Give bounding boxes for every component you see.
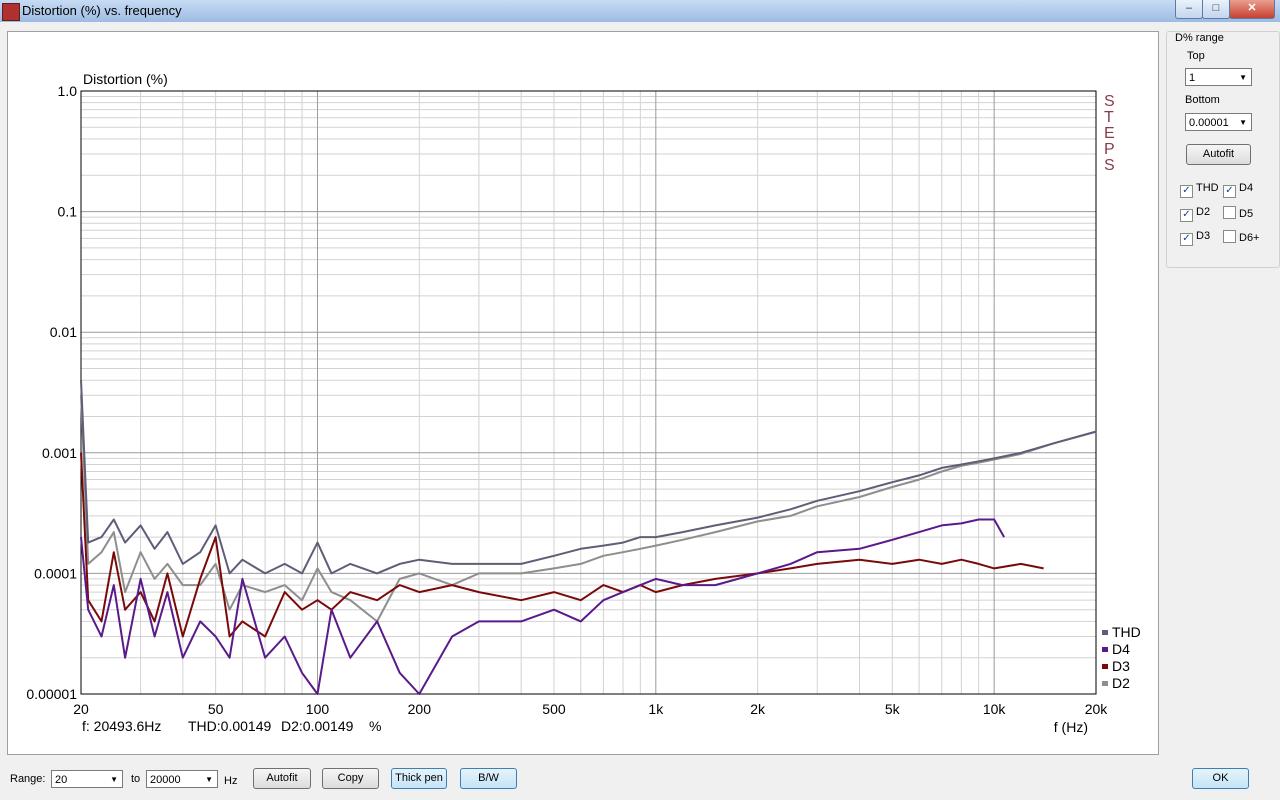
- chart-title: Distortion (%): [83, 71, 168, 87]
- chevron-down-icon: ▼: [205, 775, 213, 784]
- steps-watermark-letter: S: [1104, 93, 1115, 110]
- checkbox-label: THD: [1196, 182, 1219, 194]
- x-tick-label: 20: [73, 701, 89, 717]
- steps-watermark-letter: E: [1104, 125, 1115, 142]
- steps-watermark-letter: S: [1104, 157, 1115, 174]
- bottom-select[interactable]: 0.00001 ▼: [1185, 113, 1252, 131]
- checkbox-label: D3: [1196, 230, 1211, 242]
- range-to-select[interactable]: 20000 ▼: [146, 770, 218, 788]
- checkbox-d3[interactable]: ✓ D3: [1180, 230, 1210, 246]
- bottom-select-value: 0.00001: [1189, 117, 1229, 129]
- steps-watermark-letter: T: [1104, 109, 1114, 126]
- legend-swatch: [1102, 664, 1108, 669]
- checkbox-label: D2: [1196, 206, 1211, 218]
- x-tick-label: 5k: [885, 701, 901, 717]
- ok-button[interactable]: OK: [1192, 768, 1249, 789]
- bw-button[interactable]: B/W: [460, 768, 517, 789]
- y-tick-label: 0.00001: [26, 686, 77, 702]
- legend-item-d2: D2: [1112, 675, 1130, 691]
- checkbox-box[interactable]: [1223, 230, 1236, 243]
- chevron-down-icon: ▼: [1239, 73, 1247, 82]
- distortion-chart: Distortion (%) 1.0 0.1 0.01 0.001 0.0001 0.00…: [26, 71, 1141, 735]
- checkbox-label: D4: [1239, 182, 1254, 194]
- top-label: Top: [1187, 50, 1205, 62]
- series-line-d2: [80, 395, 1097, 623]
- checkbox-box[interactable]: ✓: [1223, 185, 1236, 198]
- thick-pen-button[interactable]: Thick pen: [391, 768, 447, 789]
- y-tick-label: 0.01: [50, 324, 77, 340]
- readout-unit: %: [369, 718, 381, 734]
- range-autofit-button[interactable]: Autofit: [1186, 144, 1251, 165]
- series-line-d4: [80, 518, 1005, 695]
- range-label: Range:: [10, 773, 46, 785]
- checkbox-label: D6+: [1239, 232, 1260, 244]
- minimize-icon[interactable]: –: [1175, 0, 1203, 19]
- to-label: to: [131, 773, 141, 785]
- chevron-down-icon: ▼: [1239, 118, 1247, 127]
- top-select-value: 1: [1189, 72, 1196, 84]
- y-tick-label: 0.1: [58, 204, 78, 220]
- x-tick-label: 50: [208, 701, 224, 717]
- legend-item-d4: D4: [1112, 641, 1130, 657]
- copy-button[interactable]: Copy: [322, 768, 379, 789]
- maximize-icon[interactable]: □: [1202, 0, 1230, 19]
- checkbox-label: D5: [1239, 208, 1254, 220]
- d-range-label: D% range: [1175, 32, 1224, 44]
- readout-thd: THD:0.00149: [188, 718, 271, 734]
- x-tick-label: 1k: [648, 701, 664, 717]
- checkbox-box[interactable]: ✓: [1180, 233, 1193, 246]
- plot-panel: Distortion (%) 1.0 0.1 0.01 0.001 0.0001 0.00…: [7, 31, 1159, 755]
- x-tick-label: 100: [306, 701, 330, 717]
- range-from-value: 20: [55, 774, 68, 786]
- title-bar: Distortion (%) vs. frequency – □ ✕: [0, 0, 1280, 22]
- x-tick-label: 500: [542, 701, 566, 717]
- checkbox-d5[interactable]: D5: [1223, 206, 1253, 220]
- checkbox-thd[interactable]: ✓ THD: [1180, 182, 1219, 198]
- checkbox-box[interactable]: [1223, 206, 1236, 219]
- autofit-button[interactable]: Autofit: [253, 768, 311, 789]
- checkbox-box[interactable]: ✓: [1180, 209, 1193, 222]
- legend-swatch: [1102, 647, 1108, 652]
- checkbox-box[interactable]: ✓: [1180, 185, 1193, 198]
- x-tick-label: 200: [408, 701, 432, 717]
- checkbox-d2[interactable]: ✓ D2: [1180, 206, 1210, 222]
- hz-label: Hz: [224, 775, 238, 787]
- range-from-select[interactable]: 20 ▼: [51, 770, 123, 788]
- steps-watermark-letter: P: [1104, 141, 1115, 158]
- legend-swatch: [1102, 681, 1108, 686]
- readout-d2: D2:0.00149: [281, 718, 354, 734]
- window-title: Distortion (%) vs. frequency: [22, 3, 182, 18]
- x-tick-label: 10k: [983, 701, 1007, 717]
- range-to-value: 20000: [150, 774, 181, 786]
- y-tick-label: 0.0001: [34, 565, 77, 581]
- bottom-label: Bottom: [1185, 94, 1220, 106]
- legend-item-d3: D3: [1112, 658, 1130, 674]
- series-line-thd: [80, 380, 1097, 575]
- chevron-down-icon: ▼: [110, 775, 118, 784]
- x-axis-label: f (Hz): [1054, 719, 1088, 735]
- x-tick-label: 20k: [1085, 701, 1109, 717]
- y-tick-label: 1.0: [58, 83, 78, 99]
- legend-swatch: [1102, 630, 1108, 635]
- readout-frequency: f: 20493.6Hz: [82, 718, 161, 734]
- y-tick-label: 0.001: [42, 445, 77, 461]
- checkbox-d6plus[interactable]: D6+: [1223, 230, 1260, 244]
- x-tick-label: 2k: [750, 701, 766, 717]
- top-select[interactable]: 1 ▼: [1185, 68, 1252, 86]
- app-icon: [2, 3, 20, 21]
- legend-item-thd: THD: [1112, 624, 1141, 640]
- close-icon[interactable]: ✕: [1229, 0, 1275, 19]
- checkbox-d4[interactable]: ✓ D4: [1223, 182, 1253, 198]
- d-range-panel: D% range Top 1 ▼ Bottom 0.00001 ▼ Autofi…: [1166, 31, 1280, 268]
